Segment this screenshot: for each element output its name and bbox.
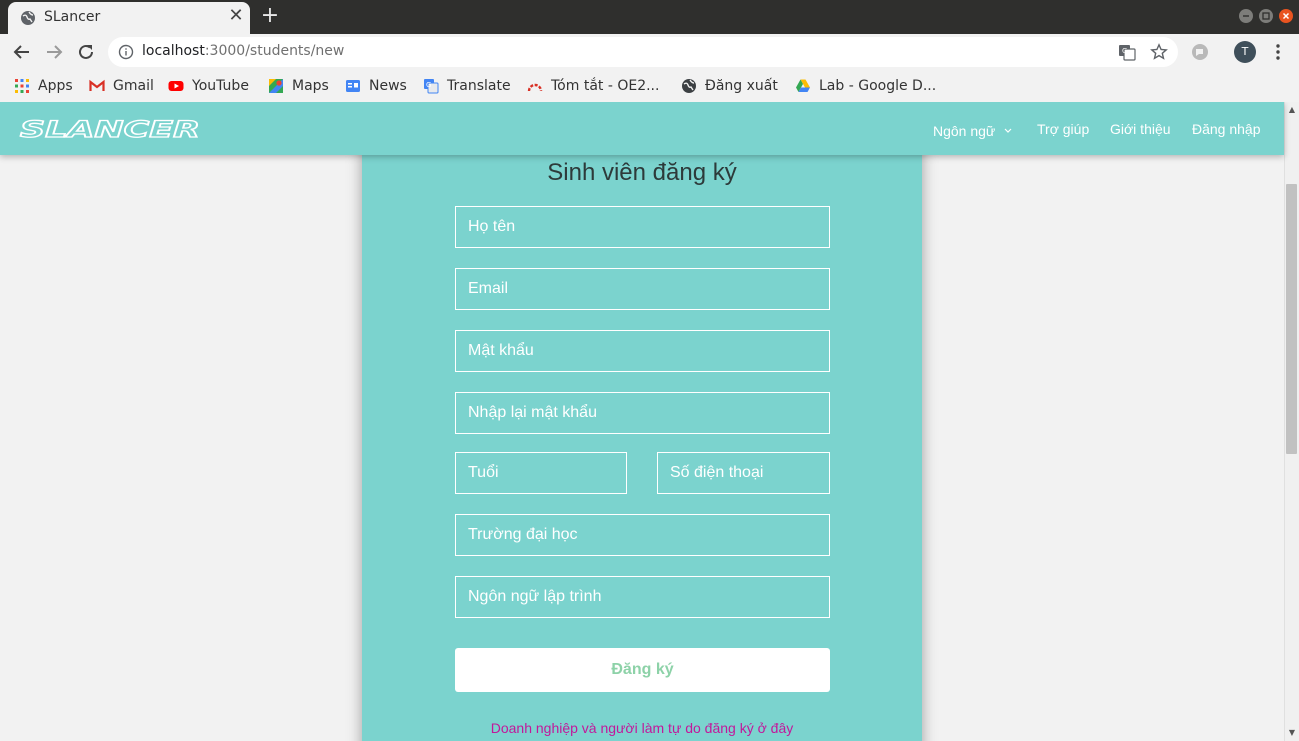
forward-arrow-icon[interactable] bbox=[43, 41, 65, 63]
new-tab-button[interactable]: + bbox=[259, 3, 281, 29]
svg-text:G: G bbox=[426, 81, 431, 89]
scroll-down-arrow-icon[interactable]: ▼ bbox=[1287, 729, 1297, 737]
close-window-button[interactable] bbox=[1279, 9, 1293, 23]
site-navbar: SLANCER Ngôn ngữ Trợ giúp Giới thiệu Đăn… bbox=[0, 102, 1284, 155]
confirm-password-input[interactable] bbox=[456, 393, 829, 433]
info-icon[interactable] bbox=[118, 44, 134, 60]
browser-toolbar: localhost:3000/students/new G bbox=[0, 34, 1299, 70]
reload-icon[interactable] bbox=[75, 41, 97, 63]
tab-title: SLancer bbox=[44, 9, 101, 25]
globe-icon bbox=[20, 10, 36, 26]
url-text[interactable]: localhost:3000/students/new bbox=[142, 43, 344, 59]
nav-help-link[interactable]: Trợ giúp bbox=[1037, 121, 1089, 137]
bookmark-apps[interactable]: Apps bbox=[14, 76, 73, 96]
address-bar[interactable]: localhost:3000/students/new G bbox=[108, 37, 1178, 67]
svg-text:G: G bbox=[1122, 47, 1127, 55]
register-button[interactable]: Đăng ký bbox=[455, 648, 830, 692]
bookmark-translate[interactable]: G Translate bbox=[423, 76, 511, 96]
svg-text:SLANCER: SLANCER bbox=[20, 118, 200, 140]
nav-about-link[interactable]: Giới thiệu bbox=[1110, 121, 1171, 137]
maps-icon bbox=[268, 78, 284, 94]
profile-avatar[interactable]: T bbox=[1234, 41, 1256, 63]
bookmark-news[interactable]: News bbox=[345, 76, 407, 96]
bookmark-tom-tat[interactable]: Tóm tắt - OE2... bbox=[527, 76, 659, 96]
globe-icon bbox=[681, 78, 697, 94]
bookmark-star-icon[interactable] bbox=[1150, 43, 1168, 61]
browser-titlebar: SLancer ✕ + bbox=[0, 0, 1299, 34]
form-title: Sinh viên đăng ký bbox=[547, 159, 737, 186]
back-arrow-icon[interactable] bbox=[11, 41, 33, 63]
minimize-button[interactable] bbox=[1239, 9, 1253, 23]
email-input[interactable] bbox=[456, 269, 829, 309]
arc-logo-icon bbox=[527, 78, 543, 94]
bookmark-lab-drive[interactable]: Lab - Google D... bbox=[795, 76, 936, 96]
maximize-button[interactable] bbox=[1259, 9, 1273, 23]
chevron-down-icon bbox=[1004, 121, 1012, 137]
email-field[interactable] bbox=[455, 268, 830, 310]
scroll-up-arrow-icon[interactable]: ▲ bbox=[1287, 106, 1297, 114]
university-field[interactable] bbox=[455, 514, 830, 556]
name-field[interactable] bbox=[455, 206, 830, 248]
university-input[interactable] bbox=[456, 515, 829, 555]
age-input[interactable] bbox=[456, 453, 626, 493]
extension-icon[interactable] bbox=[1190, 42, 1210, 62]
apps-grid-icon bbox=[14, 78, 30, 94]
tab-close-icon[interactable]: ✕ bbox=[226, 5, 246, 26]
password-field[interactable] bbox=[455, 330, 830, 372]
phone-input[interactable] bbox=[658, 453, 829, 493]
nav-login-link[interactable]: Đăng nhập bbox=[1192, 121, 1261, 137]
menu-dots-icon[interactable] bbox=[1268, 42, 1288, 62]
programming-language-field[interactable] bbox=[455, 576, 830, 618]
confirm-password-field[interactable] bbox=[455, 392, 830, 434]
signup-card: Sinh viên đăng ký Đăng ký Doanh nghiệp v… bbox=[362, 142, 922, 741]
bookmark-maps[interactable]: Maps bbox=[268, 76, 329, 96]
programming-language-input[interactable] bbox=[456, 577, 829, 617]
youtube-icon bbox=[168, 78, 184, 94]
slancer-logo[interactable]: SLANCER bbox=[18, 117, 202, 143]
page-viewport: SLANCER Ngôn ngữ Trợ giúp Giới thiệu Đăn… bbox=[0, 102, 1299, 741]
name-input[interactable] bbox=[456, 207, 829, 247]
translate-page-icon[interactable]: G bbox=[1118, 43, 1136, 61]
translate-icon: G bbox=[423, 78, 439, 94]
bookmark-dang-xuat[interactable]: Đăng xuất bbox=[681, 76, 778, 96]
scrollbar-thumb[interactable] bbox=[1286, 184, 1297, 454]
gmail-icon bbox=[89, 78, 105, 94]
bookmark-gmail[interactable]: Gmail bbox=[89, 76, 154, 96]
bookmark-youtube[interactable]: YouTube bbox=[168, 76, 249, 96]
bookmarks-bar: Apps Gmail YouTube Maps News G Translate… bbox=[0, 70, 1299, 102]
phone-field[interactable] bbox=[657, 452, 830, 494]
news-icon bbox=[345, 78, 361, 94]
age-field[interactable] bbox=[455, 452, 627, 494]
language-dropdown[interactable]: Ngôn ngữ bbox=[933, 121, 1012, 139]
google-drive-icon bbox=[795, 78, 811, 94]
password-input[interactable] bbox=[456, 331, 829, 371]
business-signup-link[interactable]: Doanh nghiệp và người làm tự do đăng ký … bbox=[362, 720, 922, 736]
browser-tab[interactable]: SLancer ✕ bbox=[8, 2, 250, 34]
